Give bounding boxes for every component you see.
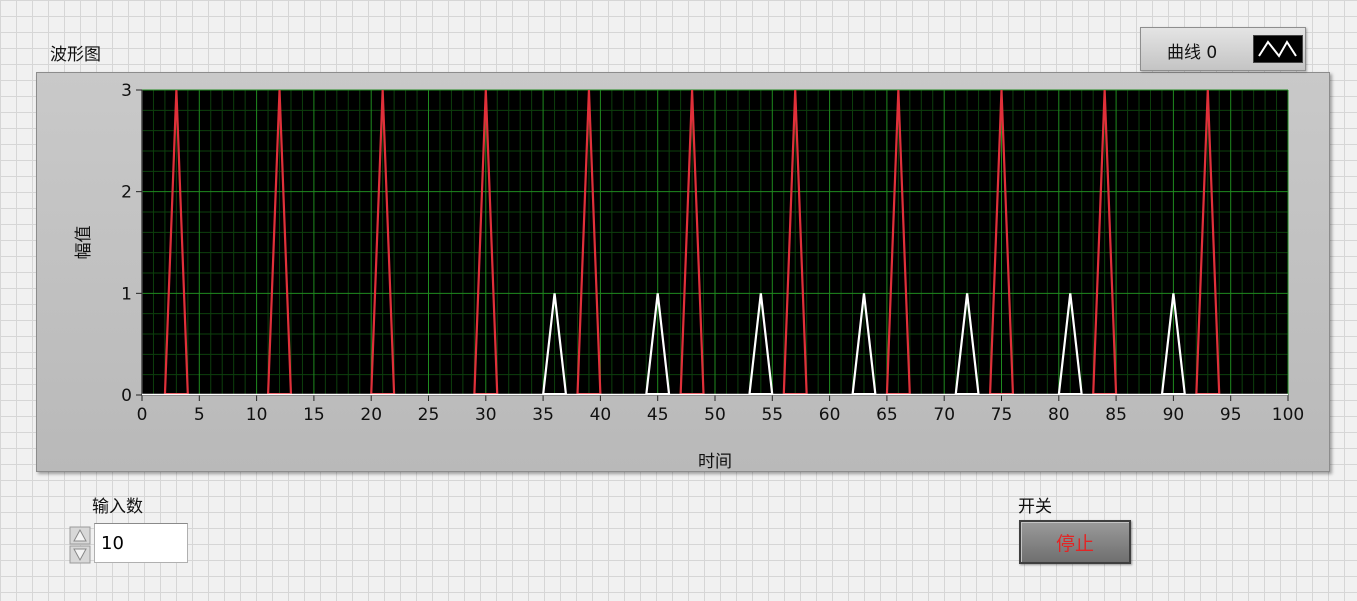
x-tick-label: 30 — [475, 405, 497, 425]
x-tick-label: 70 — [933, 405, 955, 425]
x-tick-label: 0 — [137, 405, 148, 425]
x-tick-label: 75 — [991, 405, 1013, 425]
x-tick-label: 15 — [303, 405, 325, 425]
x-tick-label: 50 — [704, 405, 726, 425]
input-number-field[interactable] — [94, 523, 188, 563]
x-tick-label: 100 — [1272, 405, 1304, 425]
x-tick-label: 80 — [1048, 405, 1070, 425]
y-axis-label: 幅值 — [74, 226, 94, 260]
waveform-line-icon — [1253, 35, 1303, 63]
y-tick-label: 2 — [121, 183, 132, 203]
x-tick-label: 55 — [761, 405, 783, 425]
y-tick-label: 3 — [121, 81, 132, 101]
x-tick-label: 10 — [246, 405, 268, 425]
x-axis-label: 时间 — [698, 452, 732, 472]
x-tick-label: 40 — [590, 405, 612, 425]
x-tick-label: 60 — [819, 405, 841, 425]
switch-label: 开关 — [1018, 497, 1052, 517]
waveform-chart: 0 5 10 15 20 25 30 35 40 45 50 55 60 65 70 75 80 85 90 95 10… — [74, 81, 1304, 472]
x-tick-label: 95 — [1220, 405, 1242, 425]
input-label: 输入数 — [92, 497, 143, 517]
y-tick-label: 1 — [121, 284, 132, 304]
graph-title: 波形图 — [50, 45, 101, 65]
legend-label: 曲线 0 — [1167, 43, 1218, 63]
y-tick-label: 0 — [121, 386, 132, 406]
decrement-arrow-icon[interactable] — [69, 545, 91, 564]
plot-legend[interactable]: 曲线 0 — [1140, 27, 1306, 71]
x-tick-label: 25 — [418, 405, 440, 425]
x-tick-label: 85 — [1105, 405, 1127, 425]
x-tick-label: 45 — [647, 405, 669, 425]
increment-arrow-icon[interactable] — [69, 526, 91, 545]
x-tick-label: 65 — [876, 405, 898, 425]
x-tick-label: 5 — [194, 405, 205, 425]
stop-button[interactable]: 停止 — [1019, 520, 1131, 564]
x-tick-label: 90 — [1163, 405, 1185, 425]
waveform-graph: 0 5 10 15 20 25 30 35 40 45 50 55 60 65 70 75 80 85 90 95 10… — [36, 72, 1330, 472]
x-tick-label: 20 — [360, 405, 382, 425]
x-tick-label: 35 — [532, 405, 554, 425]
numeric-control — [68, 523, 188, 565]
